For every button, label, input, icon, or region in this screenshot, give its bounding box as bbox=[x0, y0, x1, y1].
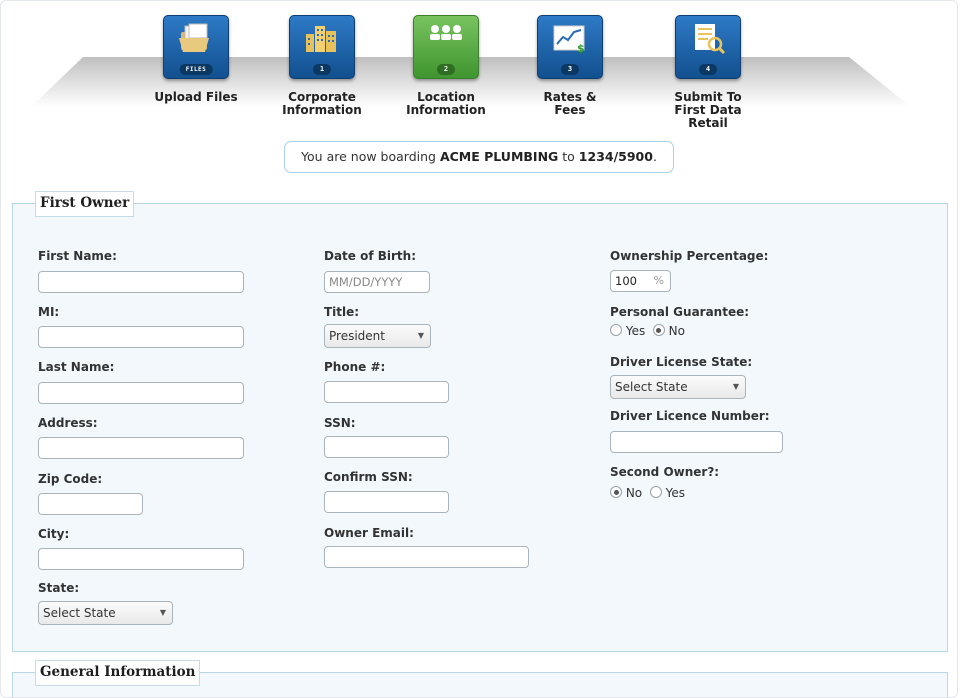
second-owner-yes-radio[interactable] bbox=[649, 486, 662, 498]
ownership-percentage-label: Ownership Percentage: bbox=[610, 249, 769, 263]
step-label: Upload Files bbox=[154, 90, 238, 104]
guarantee-yes-radio[interactable] bbox=[610, 324, 622, 336]
notice-prefix: You are now boarding bbox=[301, 149, 440, 164]
boarding-notice: You are now boarding ACME PLUMBING to 12… bbox=[284, 141, 674, 173]
state-select-value: Select State bbox=[43, 606, 116, 620]
confirm-ssn-field[interactable] bbox=[324, 491, 449, 513]
chevron-down-icon: ▼ bbox=[159, 608, 166, 617]
step-label: Location Information bbox=[406, 90, 486, 117]
zip-code-field[interactable] bbox=[38, 493, 143, 515]
title-select[interactable]: President ▼ bbox=[324, 324, 431, 348]
confirm-ssn-label: Confirm SSN: bbox=[324, 470, 413, 484]
step-badge: 2 bbox=[437, 64, 455, 75]
owner-email-field[interactable] bbox=[324, 546, 529, 568]
driver-licence-number-label: Driver Licence Number: bbox=[610, 409, 770, 423]
first-name-field[interactable] bbox=[38, 271, 244, 293]
dl-state-value: Select State bbox=[615, 380, 688, 394]
step-label: Rates & Fees bbox=[543, 90, 597, 117]
state-select[interactable]: Select State ▼ bbox=[38, 601, 173, 625]
mi-label: MI: bbox=[38, 305, 60, 319]
personal-guarantee-options: Yes No bbox=[610, 324, 685, 338]
chart-icon: $ 3 bbox=[537, 15, 603, 79]
document-search-icon: 4 bbox=[675, 15, 741, 79]
personal-guarantee-label: Personal Guarantee: bbox=[610, 305, 750, 319]
driver-license-state-select[interactable]: Select State ▼ bbox=[610, 375, 746, 399]
section-legend: General Information bbox=[35, 660, 201, 686]
phone-label: Phone #: bbox=[324, 360, 386, 374]
notice-suffix: . bbox=[652, 149, 657, 164]
zip-code-label: Zip Code: bbox=[38, 472, 103, 486]
guarantee-no-label: No bbox=[668, 324, 685, 338]
buildings-icon: 1 bbox=[289, 15, 355, 79]
step-label: Corporate Information bbox=[282, 90, 362, 117]
second-owner-no-label: No bbox=[625, 486, 643, 500]
chevron-down-icon: ▼ bbox=[417, 331, 424, 340]
step-badge: 1 bbox=[313, 64, 331, 75]
first-owner-section: First Owner First Name: MI: Last Name: A… bbox=[12, 191, 948, 652]
first-name-label: First Name: bbox=[38, 249, 117, 263]
wizard-step-rates-fees[interactable]: $ 3 Rates & Fees bbox=[520, 15, 620, 117]
guarantee-yes-label: Yes bbox=[625, 324, 646, 338]
mi-field[interactable] bbox=[38, 326, 244, 348]
section-legend: First Owner bbox=[35, 191, 135, 217]
driver-licence-number-field[interactable] bbox=[610, 431, 783, 453]
ssn-field[interactable] bbox=[324, 436, 449, 458]
phone-field[interactable] bbox=[324, 381, 449, 403]
second-owner-no-radio[interactable] bbox=[610, 486, 622, 498]
second-owner-options: No Yes bbox=[610, 486, 685, 500]
wizard-step-corporate-information[interactable]: 1 Corporate Information bbox=[272, 15, 372, 117]
files-icon: FILES bbox=[163, 15, 229, 79]
city-field[interactable] bbox=[38, 548, 244, 570]
guarantee-no-radio[interactable] bbox=[652, 324, 665, 336]
date-of-birth-label: Date of Birth: bbox=[324, 249, 417, 263]
second-owner-label: Second Owner?: bbox=[610, 465, 720, 479]
merchant-name: ACME PLUMBING bbox=[439, 149, 559, 164]
address-label: Address: bbox=[38, 416, 98, 430]
last-name-label: Last Name: bbox=[38, 360, 115, 374]
step-label: Submit To First Data Retail bbox=[674, 90, 742, 130]
last-name-field[interactable] bbox=[38, 382, 244, 404]
date-of-birth-field[interactable]: MM/DD/YYYY bbox=[324, 271, 430, 293]
general-information-section: General Information bbox=[12, 660, 948, 697]
svg-text:$: $ bbox=[577, 42, 585, 55]
second-owner-yes-label: Yes bbox=[665, 486, 685, 500]
ownership-percentage-field[interactable]: 100 % bbox=[610, 270, 671, 292]
state-label: State: bbox=[38, 581, 80, 595]
step-badge: FILES bbox=[179, 64, 213, 75]
people-icon: 2 bbox=[413, 15, 479, 79]
address-field[interactable] bbox=[38, 437, 244, 459]
step-badge: 4 bbox=[699, 64, 717, 75]
driver-license-state-label: Driver License State: bbox=[610, 355, 753, 369]
wizard-step-location-information[interactable]: 2 Location Information bbox=[396, 15, 496, 117]
owner-email-label: Owner Email: bbox=[324, 526, 414, 540]
page: FILES Upload Files 1 Corporate Informati… bbox=[0, 0, 958, 698]
chevron-down-icon: ▼ bbox=[732, 382, 739, 391]
ownership-value: 100 bbox=[615, 274, 637, 288]
wizard-step-upload-files[interactable]: FILES Upload Files bbox=[146, 15, 246, 104]
percent-sign: % bbox=[653, 274, 664, 287]
city-label: City: bbox=[38, 527, 70, 541]
notice-middle: to bbox=[558, 149, 579, 164]
step-badge: 3 bbox=[561, 64, 579, 75]
account-number: 1234/5900 bbox=[578, 149, 653, 164]
wizard-step-submit[interactable]: 4 Submit To First Data Retail bbox=[658, 15, 758, 130]
title-label: Title: bbox=[324, 305, 360, 319]
title-select-value: President bbox=[329, 329, 385, 343]
ssn-label: SSN: bbox=[324, 416, 356, 430]
